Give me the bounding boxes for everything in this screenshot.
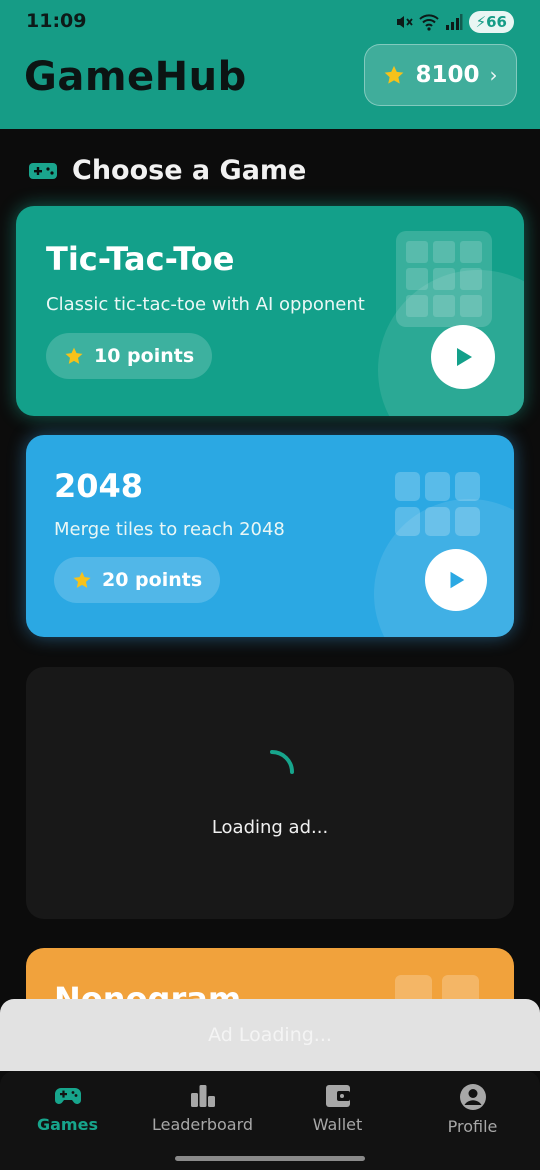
app-header: 11:09 ⚡ 66 GameHub 8100 › (0, 0, 540, 129)
status-icons: ⚡ 66 (395, 11, 514, 33)
signal-icon (445, 14, 463, 30)
nav-item-wallet[interactable]: Wallet (270, 1083, 405, 1134)
star-icon (65, 347, 83, 364)
points-value: 8100 (415, 62, 480, 88)
points-badge: 20 points (54, 557, 221, 603)
ad-banner-text: Ad Loading... (208, 1024, 332, 1046)
game-card-tic-tac-toe[interactable]: Tic-Tac-Toe Classic tic-tac-toe with AI … (16, 206, 524, 416)
section-title: Choose a Game (72, 155, 307, 186)
status-time: 11:09 (26, 10, 87, 32)
ad-banner[interactable]: Ad Loading... (0, 999, 540, 1071)
gamepad-icon (54, 1088, 81, 1104)
play-icon (457, 348, 472, 366)
wallet-icon (325, 1085, 350, 1107)
ad-placeholder: Loading ad... (26, 667, 514, 919)
bar-chart-icon (190, 1085, 215, 1107)
game-card-2048[interactable]: 2048 Merge tiles to reach 2048 20 points (26, 435, 514, 637)
grid-icon (396, 231, 492, 327)
points-badge: 10 points (46, 333, 213, 379)
bottom-navigation: Games Leaderboard Wallet Profile (0, 1071, 540, 1170)
nav-label: Profile (447, 1117, 498, 1136)
nav-label: Leaderboard (151, 1115, 254, 1134)
play-button[interactable] (431, 325, 495, 389)
ad-loading-text: Loading ad... (211, 817, 329, 838)
points-label: 10 points (94, 345, 195, 367)
nav-item-leaderboard[interactable]: Leaderboard (135, 1083, 270, 1134)
home-indicator[interactable] (175, 1156, 365, 1161)
tiles-icon (395, 472, 480, 536)
play-button[interactable] (425, 549, 487, 611)
nav-item-games[interactable]: Games (0, 1083, 135, 1134)
app-title: GameHub (24, 54, 247, 100)
battery-level: 66 (486, 13, 507, 31)
nav-item-profile[interactable]: Profile (405, 1083, 540, 1136)
app-screen: 11:09 ⚡66 GameHub 8100 › Choose a Game (0, 0, 540, 1170)
game-description: Merge tiles to reach 2048 (54, 519, 285, 540)
battery-icon: ⚡ 66 (468, 11, 514, 33)
points-balance-button[interactable]: 8100 › (364, 44, 517, 106)
wifi-icon (418, 14, 439, 31)
nav-label: Games (37, 1115, 98, 1134)
play-icon (450, 571, 465, 589)
loading-spinner-icon (270, 750, 294, 774)
game-title: 2048 (54, 467, 144, 505)
star-icon (385, 65, 404, 84)
mute-icon (396, 16, 413, 28)
profile-icon (459, 1084, 486, 1110)
points-label: 20 points (102, 569, 203, 591)
chevron-right-icon: › (489, 63, 498, 87)
game-description: Classic tic-tac-toe with AI opponent (46, 294, 365, 315)
nav-label: Wallet (312, 1115, 363, 1134)
game-title: Tic-Tac-Toe (46, 240, 235, 278)
star-icon (73, 571, 91, 588)
section-heading: Choose a Game (28, 155, 306, 186)
gamepad-icon (29, 162, 57, 179)
